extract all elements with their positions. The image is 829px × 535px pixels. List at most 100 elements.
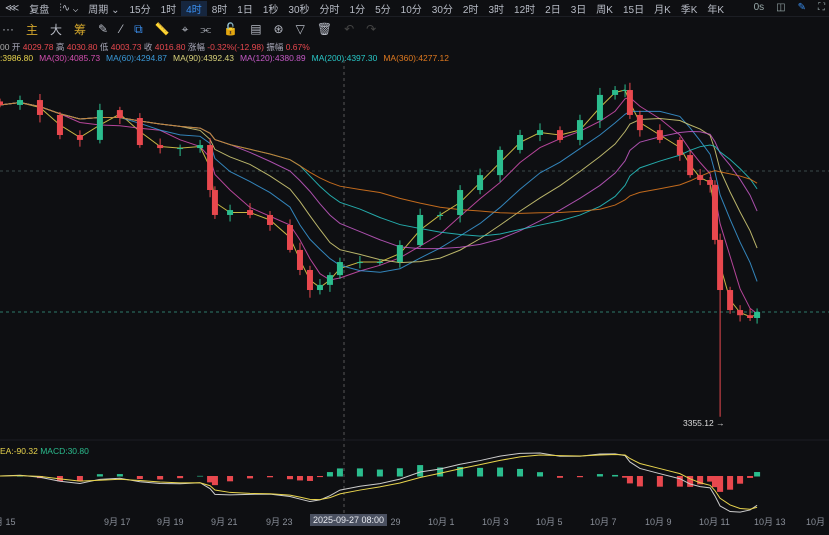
candle-body [116,110,123,118]
candle-body [376,262,383,264]
candle-body [711,184,718,240]
candle-body [737,310,744,316]
candle-body [612,90,619,95]
macd-bar [711,476,718,488]
candle-body [556,130,563,140]
candle-body [576,120,583,140]
dea-line [0,453,758,510]
macd-bar [177,476,184,479]
macd-bar [576,476,583,478]
candle-body [36,100,43,115]
ma-line [0,89,758,318]
candle-body [697,175,704,180]
macd-bar [727,476,734,490]
macd-bar [76,476,83,482]
candle-body [676,139,683,156]
macd-bar [477,467,484,477]
candle-body [296,249,303,270]
candle-body [457,190,464,215]
macd-bar [96,474,103,477]
price-chart[interactable] [0,0,829,535]
x-tick-label: 9月 21 [211,517,238,527]
x-tick-label: 9月 19 [157,517,184,527]
candle-body [286,224,293,250]
candle-body [267,214,274,225]
dif-line [0,452,758,513]
candle-body [636,114,643,131]
macd-bar [747,476,754,478]
candle-body [0,101,4,105]
macd-bar [197,475,204,477]
macd-bar [626,476,633,484]
candle-body [76,135,83,140]
candle-body [747,315,754,318]
candle-body [396,245,403,263]
candle-body [707,180,714,185]
candle-body [136,117,143,146]
candle-body [227,210,234,215]
macd-bar [296,476,303,481]
macd-bar [316,476,323,478]
ma-line [0,96,758,315]
x-tick-label: 9月 23 [266,517,293,527]
candle-body [417,214,424,246]
macd-bar [676,476,683,487]
macd-bar [227,476,234,482]
candle-body [537,130,544,136]
candle-body [754,311,761,318]
x-tick-label: 10月 5 [536,517,563,527]
x-tick-label: 月 15 [0,517,16,527]
macd-bar [517,468,524,477]
candle-body [626,90,633,115]
candle-body [727,290,734,311]
macd-bar [417,465,424,477]
ma-line [0,101,758,237]
candle-body [437,214,444,216]
macd-bar [136,476,143,480]
macd-bar [356,468,363,477]
macd-bar [286,476,293,480]
x-tick-label: 10月 13 [754,517,786,527]
macd-bar [336,468,343,477]
x-tick-label: 10月 11 [699,517,730,527]
macd-bar [116,474,123,477]
candle-body [177,148,184,150]
macd-bar [376,469,383,477]
candle-body [717,239,724,291]
macd-bar [754,472,761,477]
macd-bar [497,467,504,477]
x-tick-label: 10月 3 [482,517,509,527]
macd-bar [596,474,603,477]
candle-body [247,210,254,215]
candle-body [96,110,103,140]
candle-body [16,100,23,105]
x-tick-label: 10月 9 [645,517,672,527]
macd-bar [656,476,663,487]
x-tick-label: 10月 7 [590,517,617,527]
macd-bar [306,476,313,481]
candle-body [497,149,504,176]
macd-bar [556,476,563,478]
macd-bar [326,472,333,477]
candle-body [477,175,484,191]
macd-bar [396,468,403,477]
candle-body [306,269,313,291]
crosshair-time-label: 2025-09-27 08:00 [310,514,388,526]
candle-body [687,155,694,176]
candle-body [326,275,333,285]
candle-body [56,114,63,136]
macd-bar [737,476,744,484]
candle-body [207,145,214,191]
candle-body [356,262,363,264]
candle-body [157,145,164,149]
x-tick-label: 10月 1 [428,517,455,527]
macd-bar [267,476,274,478]
candle-body [316,284,323,291]
candle-body [656,130,663,140]
macd-bar [636,476,643,487]
low-marker: 3355.12 → [683,418,725,428]
x-tick-label: 9月 17 [104,517,131,527]
macd-bar [612,474,619,477]
candle-body [211,190,218,215]
ma-line [0,101,758,264]
